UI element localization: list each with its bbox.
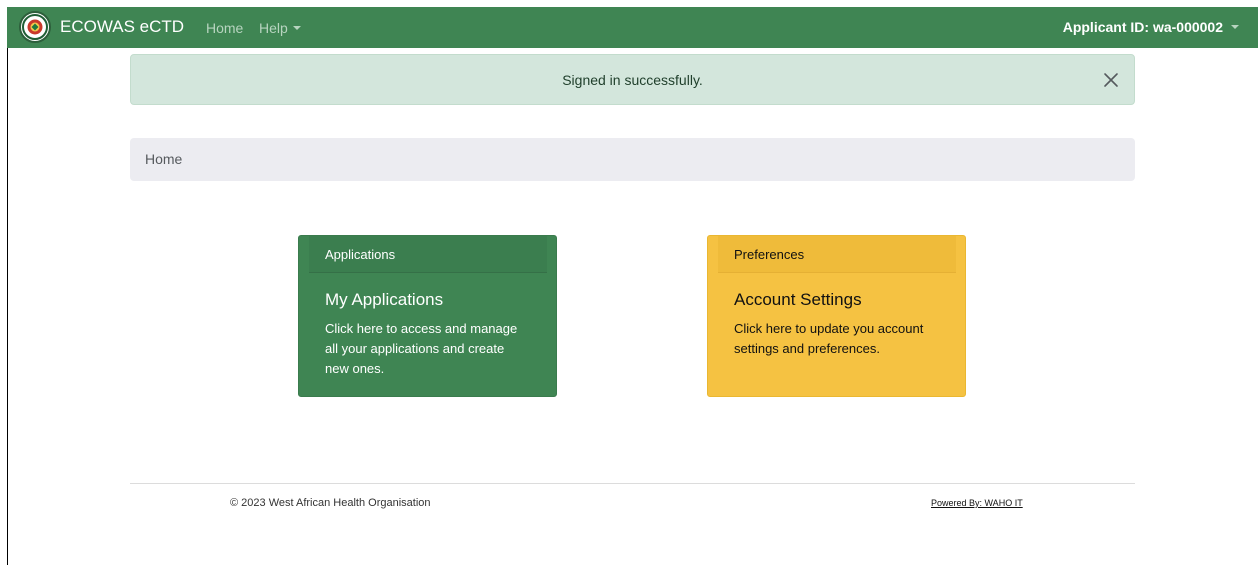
card-header: Applications [309, 236, 547, 273]
ecowas-logo-icon[interactable] [19, 11, 51, 43]
close-icon[interactable] [1103, 72, 1119, 88]
card-title: My Applications [325, 290, 444, 309]
alert-message: Signed in successfully. [562, 72, 703, 88]
breadcrumb: Home [130, 138, 1135, 181]
card-text: Click here to update you account setting… [734, 321, 924, 356]
applications-card[interactable]: Applications My Applications Click here … [298, 235, 557, 397]
brand-name-link[interactable]: ECOWAS eCTD [60, 17, 184, 37]
nav-home-link[interactable]: Home [206, 20, 243, 36]
page: ECOWAS eCTD Home Help Applicant ID: wa-0… [0, 0, 1258, 565]
preferences-card[interactable]: Preferences Account Settings Click here … [707, 235, 966, 397]
chevron-down-icon [292, 26, 301, 31]
card-header: Preferences [718, 236, 956, 273]
breadcrumb-item-home: Home [145, 151, 183, 167]
applicant-id-label: Applicant ID: wa-000002 [1062, 19, 1223, 35]
card-title: Account Settings [734, 290, 862, 309]
card-text: Click here to access and manage all your… [325, 321, 518, 376]
nav-help-dropdown[interactable]: Help [259, 20, 301, 36]
powered-by-link[interactable]: Powered By: WAHO IT [931, 498, 1023, 509]
footer-copyright: © 2023 West African Health Organisation [230, 497, 431, 509]
applicant-menu-dropdown[interactable]: Applicant ID: wa-000002 [1063, 19, 1239, 36]
chevron-down-icon [1231, 25, 1239, 30]
success-alert: Signed in successfully. [130, 54, 1135, 105]
page-left-border [7, 48, 8, 565]
top-navbar: ECOWAS eCTD Home Help Applicant ID: wa-0… [7, 7, 1258, 48]
nav-help-label: Help [259, 20, 288, 36]
footer-divider [130, 483, 1135, 484]
ecowas-emblem-icon [22, 14, 48, 40]
